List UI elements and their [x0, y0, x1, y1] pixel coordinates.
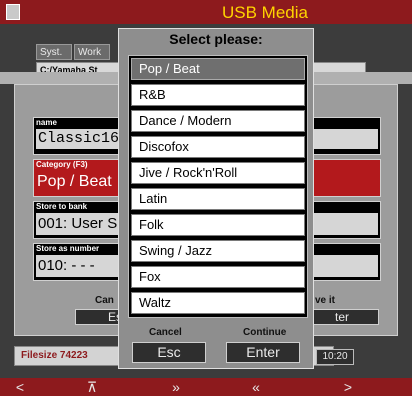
top-bar: USB Media — [0, 0, 412, 24]
softkey-page-down-icon[interactable]: « — [236, 378, 276, 396]
softkey-top-icon[interactable]: ⊼ — [72, 378, 112, 396]
category-option[interactable]: Waltz — [131, 292, 305, 314]
category-option[interactable]: Fox — [131, 266, 305, 288]
softkey-left-icon[interactable]: ˂ — [0, 378, 40, 396]
category-option[interactable]: Swing / Jazz — [131, 240, 305, 262]
tab-work[interactable]: Work — [74, 44, 110, 60]
category-option[interactable]: Discofox — [131, 136, 305, 158]
number-label: Store as number — [36, 244, 100, 253]
category-option[interactable]: Dance / Modern — [131, 110, 305, 132]
category-label: Category (F3) — [36, 160, 88, 169]
name-label: name — [36, 118, 57, 127]
category-option[interactable]: R&B — [131, 84, 305, 106]
softkey-right-icon[interactable]: ˃ — [328, 378, 368, 396]
category-option[interactable]: Folk — [131, 214, 305, 236]
window-icon[interactable] — [6, 4, 20, 20]
select-popup: Select please: Pop / Beat R&B Dance / Mode… — [118, 28, 314, 369]
window-title: USB Media — [222, 3, 308, 22]
tab-syst[interactable]: Syst. — [36, 44, 72, 60]
time-display: 10:20 — [316, 349, 354, 365]
cancel-caption: Cancel — [149, 327, 182, 338]
softkey-bar: ˂ ⊼ » « ˃ — [0, 378, 412, 396]
continue-caption: Continue — [243, 327, 287, 338]
save-enter-button[interactable]: ter — [305, 309, 379, 325]
softkey-page-up-icon[interactable]: » — [156, 378, 196, 396]
screen: USB Media Syst. Work C:/Yamaha St name C… — [0, 0, 412, 396]
enter-button[interactable]: Enter — [226, 342, 300, 363]
category-option[interactable]: Jive / Rock'n'Roll — [131, 162, 305, 184]
category-option[interactable]: Latin — [131, 188, 305, 210]
save-caption: ve it — [315, 295, 336, 306]
popup-title: Select please: — [169, 31, 263, 47]
bank-label: Store to bank — [36, 202, 88, 211]
esc-button[interactable]: Esc — [132, 342, 206, 363]
category-value: Pop / Beat — [37, 173, 112, 190]
category-option[interactable]: Pop / Beat — [131, 58, 305, 80]
category-list[interactable]: Pop / Beat R&B Dance / Modern Discofox Jive … — [128, 55, 308, 318]
save-cancel-caption: Can — [95, 295, 114, 306]
